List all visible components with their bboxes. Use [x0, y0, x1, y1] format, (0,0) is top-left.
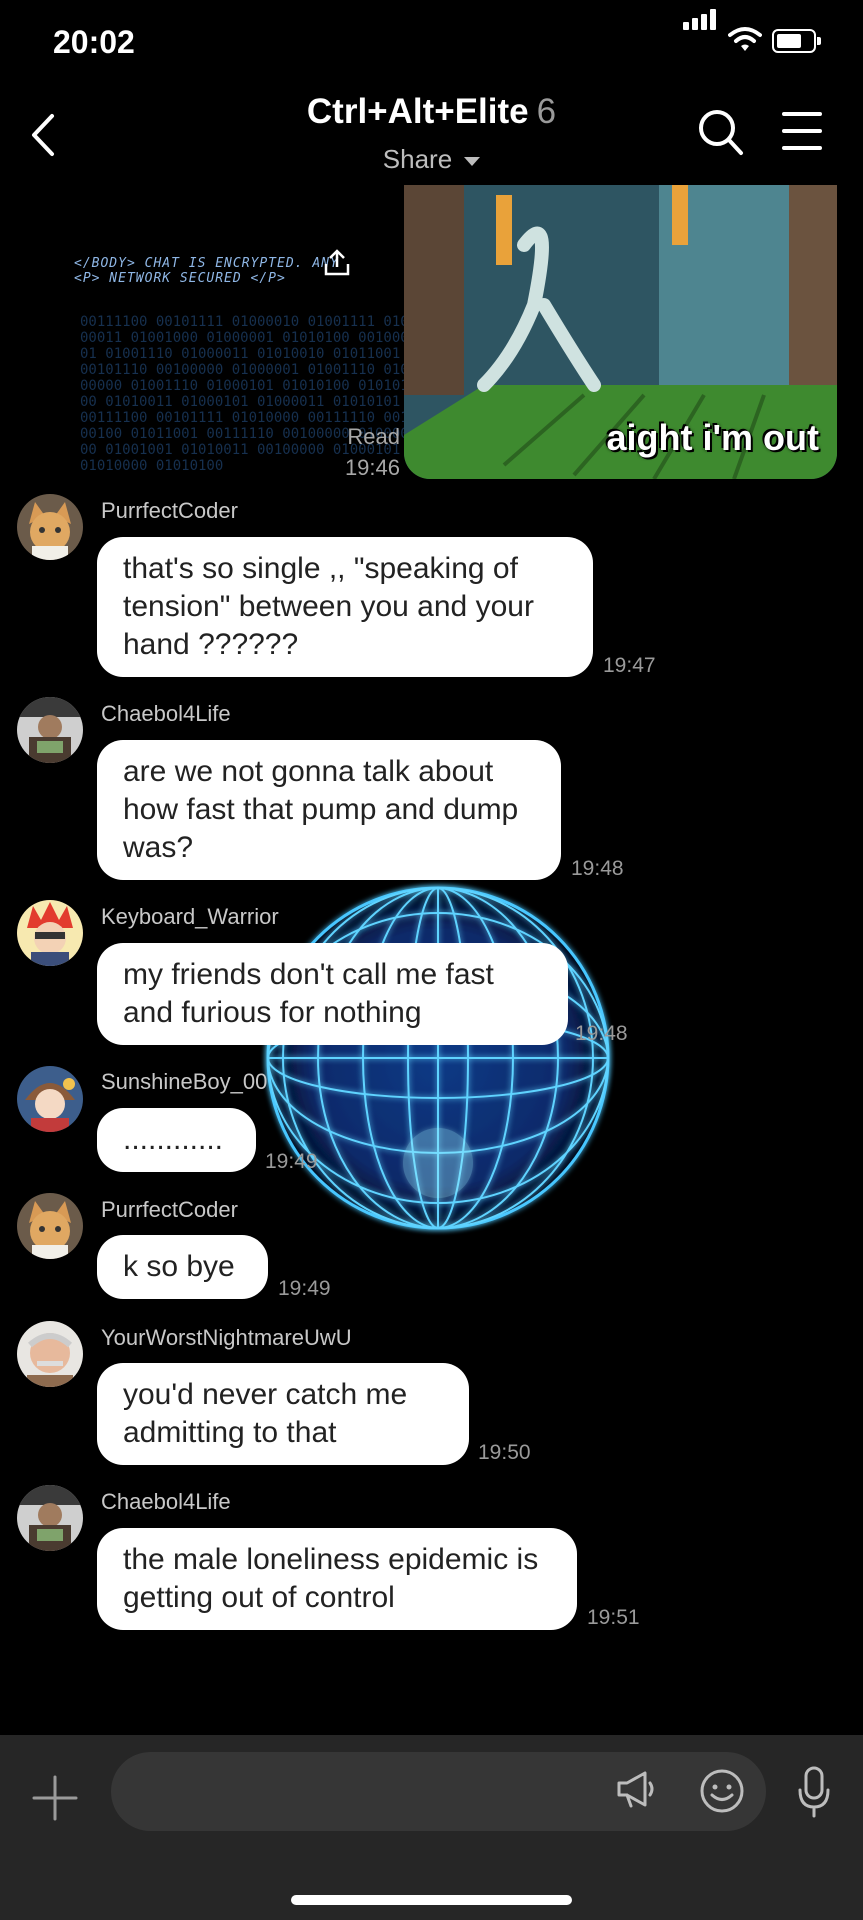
upload-icon [324, 249, 350, 276]
message-bubble[interactable]: k so bye [97, 1235, 268, 1299]
avatar[interactable] [17, 1066, 83, 1132]
message-time: 19:49 [265, 1150, 318, 1173]
message-bubble[interactable]: are we not gonna talk about how fast tha… [97, 740, 561, 880]
message-input-bar [0, 1735, 863, 1920]
message-time: 19:47 [603, 654, 656, 677]
sticker-image[interactable]: aight i'm out [404, 185, 837, 479]
wifi-icon [728, 27, 762, 51]
home-indicator [291, 1895, 572, 1905]
disco-globe-graphic [266, 886, 610, 1230]
megaphone-icon[interactable] [615, 1768, 657, 1810]
member-count: 6 [536, 92, 557, 131]
message-bubble[interactable]: my friends don't call me fast and furiou… [97, 943, 568, 1045]
avatar[interactable] [17, 1193, 83, 1259]
avatar[interactable] [17, 900, 83, 966]
message-bubble[interactable]: the male loneliness epidemic is getting … [97, 1528, 577, 1630]
sender-name: Chaebol4Life [101, 1489, 231, 1514]
chat-header: Ctrl+Alt+Elite 6 Share [0, 80, 863, 185]
menu-icon[interactable] [780, 108, 824, 154]
message-time: 19:48 [571, 857, 624, 880]
message-time: 19:48 [575, 1022, 628, 1045]
search-icon[interactable] [697, 108, 745, 158]
sender-name: Keyboard_Warrior [101, 904, 279, 929]
sender-name: YourWorstNightmareUwU [101, 1325, 352, 1350]
message-input[interactable] [111, 1752, 766, 1831]
message-bubble[interactable]: you'd never catch me admitting to that [97, 1363, 469, 1465]
status-time: 20:02 [53, 24, 135, 60]
message-time: 19:50 [478, 1441, 531, 1464]
share-label: Share [382, 144, 453, 174]
group-name: Ctrl+Alt+Elite [306, 92, 529, 131]
message-bubble[interactable]: ............ [97, 1108, 256, 1172]
sender-name: Chaebol4Life [101, 701, 231, 726]
emoji-icon[interactable] [699, 1768, 745, 1814]
sender-name: PurrfectCoder [101, 498, 238, 523]
avatar[interactable] [17, 697, 83, 763]
encrypted-banner: </BODY> CHAT IS ENCRYPTED. ANY <P> NETWO… [74, 256, 339, 286]
caret-down-icon [464, 156, 481, 166]
sticker-caption: aight i'm out [606, 417, 819, 458]
sender-name: SunshineBoy_00 [101, 1069, 268, 1094]
message-time: 19:49 [278, 1277, 331, 1300]
read-receipt: Read [347, 424, 400, 449]
message-time: 19:51 [587, 1606, 640, 1629]
status-bar: 20:02 [0, 0, 863, 80]
avatar[interactable] [17, 1321, 83, 1387]
sender-name: PurrfectCoder [101, 1197, 238, 1222]
battery-icon [772, 29, 821, 53]
message-bubble[interactable]: that's so single ,, "speaking of tension… [97, 537, 593, 677]
avatar[interactable] [17, 494, 83, 560]
mic-icon[interactable] [796, 1765, 832, 1819]
message-time: 19:46 [344, 455, 400, 480]
avatar[interactable] [17, 1485, 83, 1551]
plus-icon[interactable] [32, 1775, 78, 1821]
